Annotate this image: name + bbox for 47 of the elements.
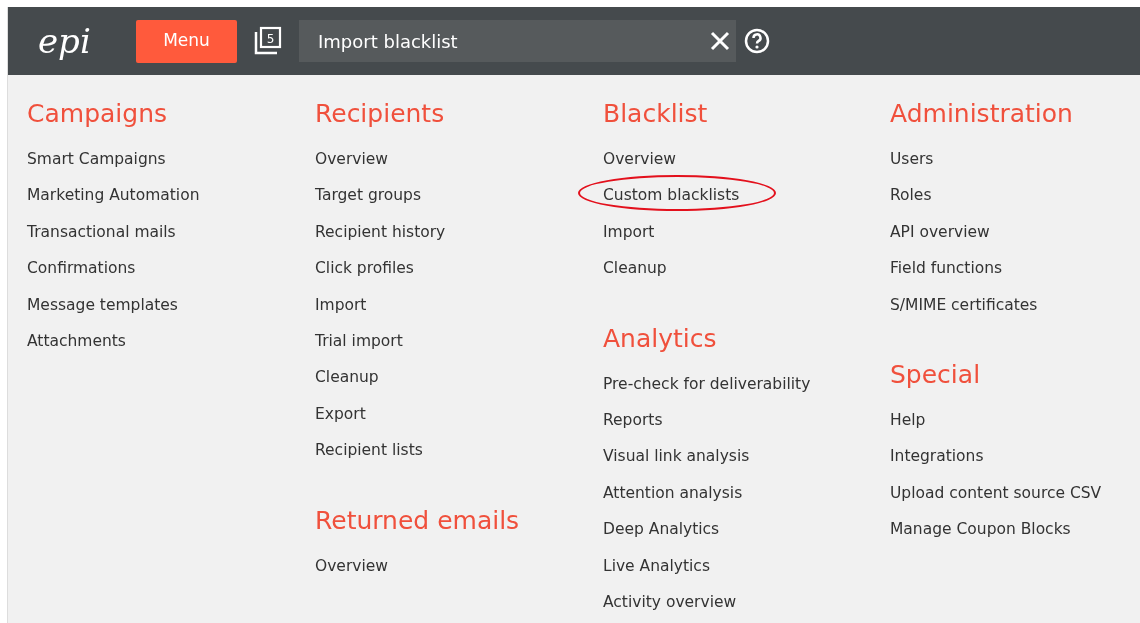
menu-link[interactable]: Overview: [315, 555, 388, 576]
menu-link[interactable]: Trial import: [315, 330, 403, 351]
section-heading: Special: [890, 361, 982, 387]
section-heading: Blacklist: [603, 101, 709, 126]
section-heading: Campaigns: [27, 101, 168, 126]
menu-link[interactable]: Import: [603, 221, 655, 242]
menu-link[interactable]: Pre-check for deliverability: [603, 373, 811, 394]
menu-link[interactable]: Upload content source CSV: [890, 482, 1102, 503]
menu-link[interactable]: Integrations: [890, 446, 984, 467]
menu-link[interactable]: Attention analysis: [603, 482, 743, 503]
menu-link[interactable]: Cleanup: [315, 367, 379, 388]
menu-link[interactable]: Recipient lists: [315, 440, 423, 461]
menu-link[interactable]: Overview: [315, 149, 388, 169]
menu-link[interactable]: Reports: [603, 409, 663, 430]
help-icon[interactable]: [744, 28, 770, 54]
menu-link[interactable]: Manage Coupon Blocks: [890, 519, 1071, 540]
section-heading: Returned emails: [315, 507, 521, 533]
menu-link[interactable]: Export: [315, 403, 366, 424]
menu-link[interactable]: Live Analytics: [603, 555, 710, 576]
menu-link[interactable]: S/MIME certificates: [890, 294, 1038, 315]
menu-link[interactable]: Help: [890, 409, 926, 430]
menu-link[interactable]: Overview: [603, 149, 676, 169]
close-icon[interactable]: [710, 31, 730, 51]
menu-link[interactable]: Attachments: [27, 330, 126, 351]
menu-link[interactable]: Visual link analysis: [603, 446, 750, 467]
menu-link[interactable]: Users: [890, 149, 934, 169]
section-heading: Analytics: [603, 325, 718, 351]
section-heading: Administration: [890, 101, 1074, 126]
logo: epi: [38, 24, 92, 58]
menu-link[interactable]: API overview: [890, 221, 990, 242]
menu-link[interactable]: Confirmations: [27, 258, 136, 279]
menu-link[interactable]: Smart Campaigns: [27, 149, 166, 169]
menu-link[interactable]: Import: [315, 294, 367, 315]
menu-link[interactable]: Click profiles: [315, 258, 414, 279]
menu-link[interactable]: Message templates: [27, 294, 178, 315]
menu-link[interactable]: Transactional mails: [27, 221, 176, 242]
menu-link[interactable]: Cleanup: [603, 258, 667, 279]
section-heading: Recipients: [315, 101, 446, 126]
search-field[interactable]: Import blacklist: [299, 20, 736, 62]
menu-link[interactable]: Field functions: [890, 258, 1003, 279]
menu-link[interactable]: Deep Analytics: [603, 519, 720, 540]
menu-link[interactable]: Marketing Automation: [27, 185, 200, 206]
menu-link[interactable]: Custom blacklists: [603, 185, 740, 206]
menu-link[interactable]: Activity overview: [603, 591, 737, 612]
menu-link[interactable]: Roles: [890, 185, 932, 206]
menu-link[interactable]: Recipient history: [315, 221, 446, 242]
menu-link[interactable]: Target groups: [315, 185, 421, 206]
